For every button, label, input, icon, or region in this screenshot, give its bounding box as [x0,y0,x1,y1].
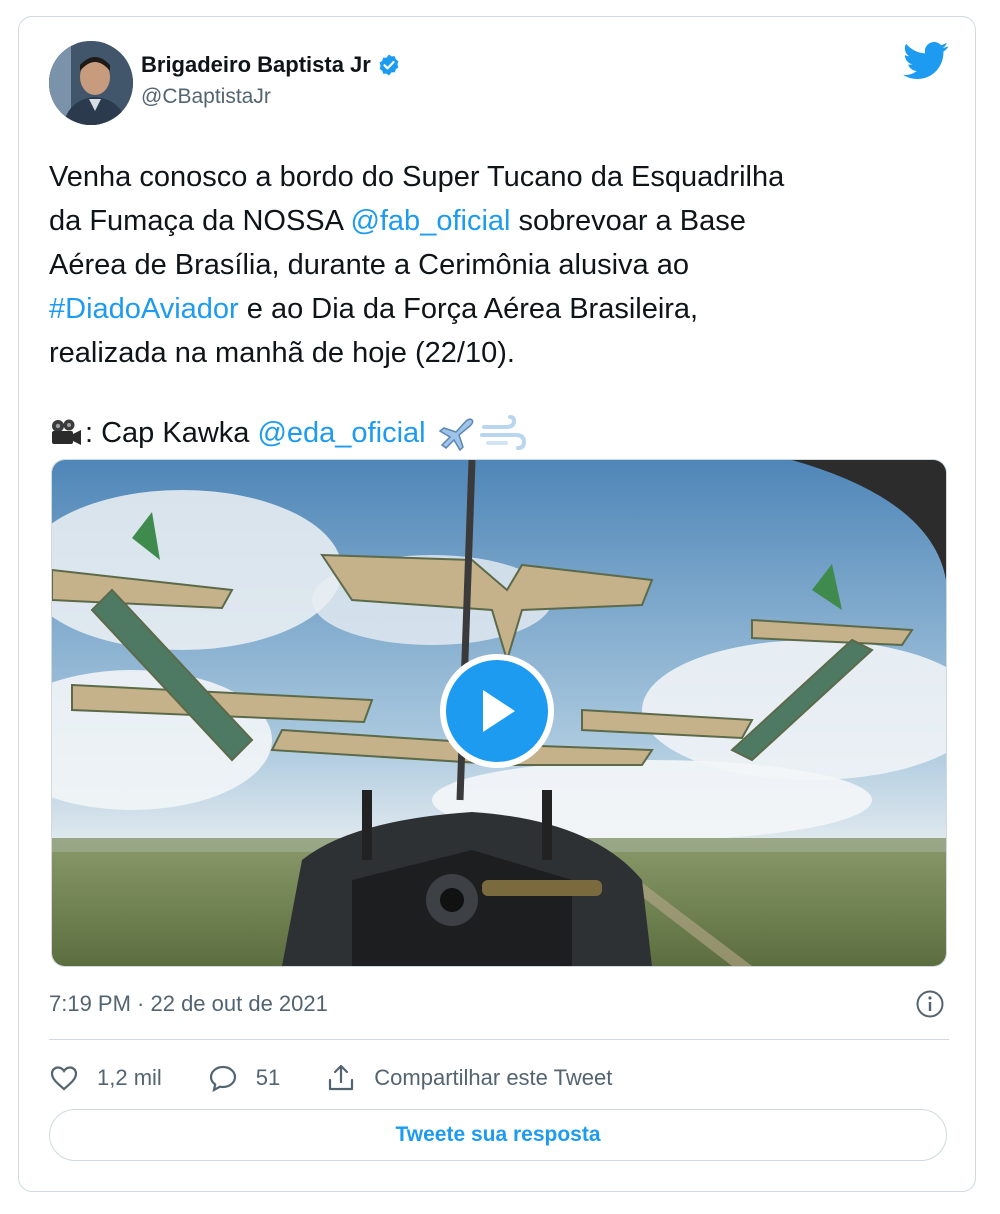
author-name-row: Brigadeiro Baptista Jr [141,49,401,81]
author-name[interactable]: Brigadeiro Baptista Jr [141,52,371,78]
verified-badge-icon [379,54,399,76]
credit-text: : Cap Kawka [85,417,258,449]
tweet-header: Brigadeiro Baptista Jr @CBaptistaJr [49,41,949,125]
reply-bubble-icon [209,1065,236,1093]
action-bar: 1,2 mil 51 Compartilhar este Tweet [49,1055,658,1101]
play-icon [483,690,515,732]
mention-link-fab[interactable]: @fab_oficial [350,205,510,237]
like-action[interactable]: 1,2 mil [49,1063,162,1093]
share-action[interactable]: Compartilhar este Tweet [326,1063,612,1093]
mention-link-eda[interactable]: @eda_oficial [257,411,425,455]
play-button[interactable] [440,654,554,768]
like-count: 1,2 mil [97,1065,162,1090]
airplane-icon [438,418,473,451]
timestamp[interactable]: 7:19 PM · 22 de out de 2021 [49,991,328,1017]
tweet-reply-button[interactable]: Tweete sua resposta [49,1109,947,1161]
avatar-photo [49,41,133,125]
movie-camera-icon [52,419,81,445]
video-player[interactable] [51,459,947,967]
reply-count: 51 [255,1065,281,1090]
avatar[interactable] [49,41,133,125]
tweet-meta: 7:19 PM · 22 de out de 2021 [49,987,949,1021]
twitter-bird-icon[interactable] [903,41,949,81]
reply-action[interactable]: 51 [208,1063,280,1093]
video-credit: : Cap Kawka @eda_oficial [49,411,526,455]
share-icon [329,1064,354,1091]
dash-icon [479,415,526,450]
tweet-text: Venha conosco a bordo do Super Tucano da… [49,155,939,375]
divider [49,1039,949,1040]
tweet-card: Brigadeiro Baptista Jr @CBaptistaJr Venh… [18,16,976,1192]
info-icon[interactable] [915,989,945,1019]
author-handle[interactable]: @CBaptistaJr [141,85,271,109]
hashtag-link[interactable]: #DiadoAviador [49,293,239,325]
share-label: Compartilhar este Tweet [374,1065,613,1090]
heart-icon [50,1066,78,1091]
